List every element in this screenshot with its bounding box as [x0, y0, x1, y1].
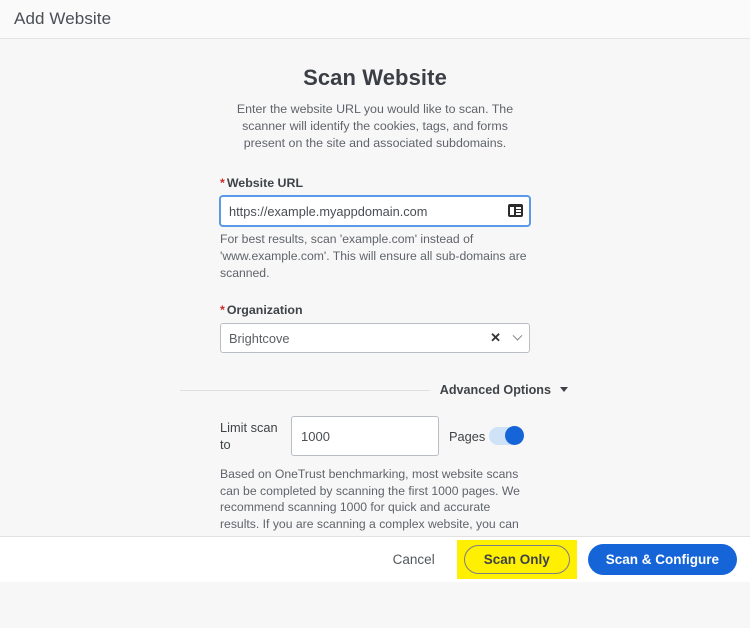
advanced-options-toggle[interactable]: Advanced Options — [440, 383, 568, 397]
pages-unit-label: Pages — [449, 428, 486, 444]
page-description: Enter the website URL you would like to … — [236, 102, 514, 150]
chevron-down-icon[interactable] — [512, 323, 523, 353]
limit-scan-toggle[interactable] — [489, 426, 525, 445]
website-url-label-text: Website URL — [226, 176, 304, 190]
cancel-button[interactable]: Cancel — [383, 544, 445, 575]
website-url-field-group: *Website URL For best results, scan 'exa… — [220, 176, 530, 282]
scan-and-configure-button[interactable]: Scan & Configure — [587, 544, 737, 575]
page-title: Scan Website — [303, 65, 447, 90]
caret-down-icon — [560, 387, 568, 392]
limit-scan-row: Limit scan to Pages — [220, 416, 530, 456]
limit-scan-input[interactable] — [291, 416, 439, 456]
website-url-input-shell — [220, 196, 530, 226]
scan-only-button[interactable]: Scan Only — [463, 545, 570, 574]
organization-label: * Organization — [220, 303, 530, 317]
organization-selected-value: Brightcove — [229, 330, 290, 346]
form-scroll-area[interactable]: Scan Website Enter the website URL you w… — [0, 39, 750, 582]
app-header: Add Website — [0, 0, 750, 39]
page-header-title: Add Website — [14, 9, 112, 28]
website-url-help-text: For best results, scan 'example.com' ins… — [220, 232, 527, 280]
organization-select-shell[interactable]: Brightcove ✕ — [220, 323, 530, 353]
organization-field-group: * Organization Brightcove ✕ — [220, 303, 530, 353]
divider — [180, 389, 430, 391]
required-asterisk-org: * — [220, 303, 225, 317]
clear-icon[interactable]: ✕ — [490, 323, 501, 353]
scan-only-highlight: Scan Only — [456, 540, 577, 579]
organization-select[interactable]: Brightcove — [220, 323, 530, 353]
advanced-options-row: Advanced Options — [180, 383, 568, 397]
advanced-options-label: Advanced Options — [439, 383, 551, 397]
website-url-input[interactable] — [220, 196, 530, 226]
chevron-down-glyph — [512, 330, 523, 341]
required-asterisk-url: * — [220, 176, 225, 190]
organization-label-text: Organization — [226, 303, 303, 317]
toggle-knob — [505, 426, 525, 445]
autofill-card-icon[interactable] — [508, 204, 523, 217]
footer-action-bar: Cancel Scan Only Scan & Configure — [0, 536, 750, 582]
website-url-label: * Website URL — [220, 176, 530, 190]
limit-scan-label: Limit scan to — [220, 420, 278, 452]
form-container: Scan Website Enter the website URL you w… — [180, 39, 568, 582]
